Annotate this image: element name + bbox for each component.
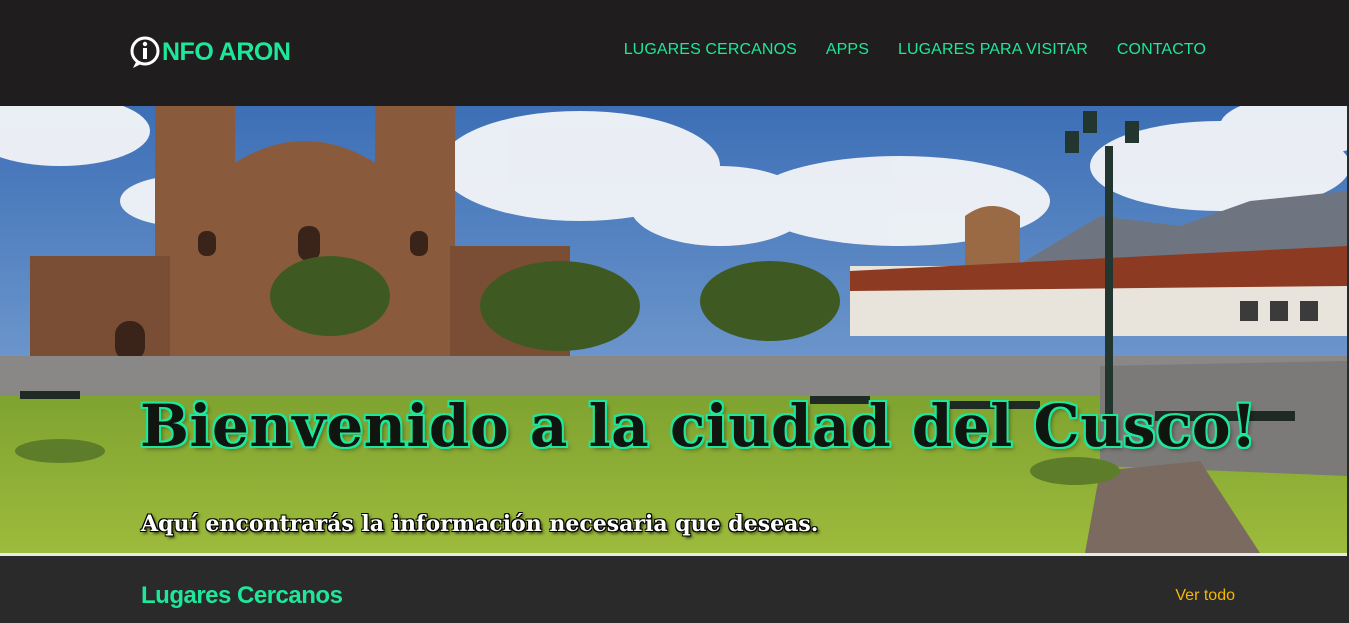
info-circle-icon: [130, 36, 160, 68]
see-all-link[interactable]: Ver todo: [1175, 587, 1235, 605]
hero-title: Bienvenido a la ciudad del Cusco!: [140, 392, 1257, 460]
section-title: Lugares Cercanos: [141, 582, 343, 609]
logo[interactable]: NFO ARON: [130, 34, 291, 70]
nav-lugares-para-visitar[interactable]: LUGARES PARA VISITAR: [898, 41, 1088, 59]
logo-text: NFO ARON: [162, 37, 291, 66]
nav-lugares-cercanos[interactable]: LUGARES CERCANOS: [624, 41, 797, 59]
hero-image: [0, 106, 1347, 553]
hero-banner: Bienvenido a la ciudad del Cusco! Aquí e…: [0, 106, 1347, 556]
main-nav: LUGARES CERCANOS APPS LUGARES PARA VISIT…: [624, 41, 1206, 59]
nav-apps[interactable]: APPS: [826, 41, 869, 59]
site-header: NFO ARON LUGARES CERCANOS APPS LUGARES P…: [0, 0, 1349, 106]
hero-subtitle: Aquí encontrarás la información necesari…: [141, 511, 819, 537]
nav-contacto[interactable]: CONTACTO: [1117, 41, 1206, 59]
nearby-places-section: Lugares Cercanos Ver todo: [0, 556, 1349, 623]
